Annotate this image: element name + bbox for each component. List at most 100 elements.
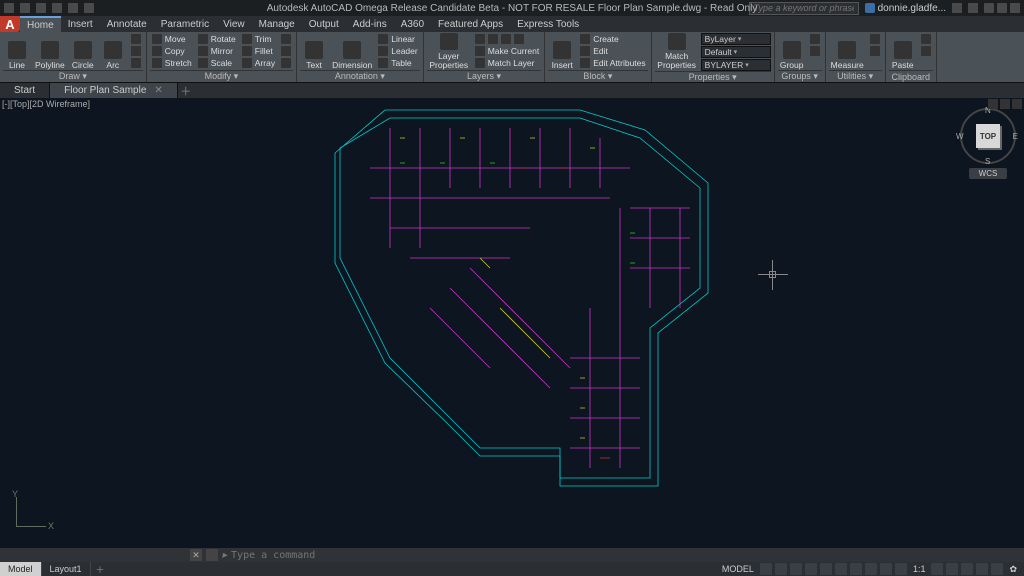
trim-button[interactable]: Trim bbox=[240, 33, 277, 44]
grid-toggle-icon[interactable] bbox=[760, 563, 772, 575]
tab-manage[interactable]: Manage bbox=[252, 16, 302, 32]
linear-button[interactable]: Linear bbox=[376, 33, 419, 44]
viewport-label[interactable]: [-][Top][2D Wireframe] bbox=[2, 99, 90, 109]
command-close-button[interactable]: ✕ bbox=[190, 549, 202, 561]
ltype-combo[interactable]: BYLAYER bbox=[701, 59, 771, 71]
panel-block-title[interactable]: Block ▾ bbox=[548, 70, 647, 82]
modify-misc-3[interactable] bbox=[279, 57, 293, 68]
annotation-scale-icon[interactable] bbox=[895, 563, 907, 575]
move-button[interactable]: Move bbox=[150, 33, 194, 44]
panel-annotation-title[interactable]: Annotation ▾ bbox=[300, 70, 420, 82]
match-properties-button[interactable]: Match Properties bbox=[655, 33, 699, 69]
qat-open-icon[interactable] bbox=[36, 3, 46, 13]
text-button[interactable]: Text bbox=[300, 33, 328, 69]
lineweight-toggle-icon[interactable] bbox=[850, 563, 862, 575]
tab-addins[interactable]: Add-ins bbox=[346, 16, 394, 32]
maximize-button[interactable] bbox=[997, 3, 1007, 13]
ungroup-button[interactable] bbox=[808, 33, 822, 44]
match-layer-button[interactable]: Match Layer bbox=[473, 57, 542, 68]
qat-menu-icon[interactable] bbox=[4, 3, 14, 13]
table-button[interactable]: Table bbox=[376, 57, 419, 68]
isolate-icon[interactable] bbox=[976, 563, 988, 575]
group-edit-button[interactable] bbox=[808, 45, 822, 56]
tab-featured-apps[interactable]: Featured Apps bbox=[431, 16, 510, 32]
drawing-canvas[interactable]: TOP N E S W WCS Y X bbox=[0, 98, 1024, 548]
tab-annotate[interactable]: Annotate bbox=[100, 16, 154, 32]
modify-misc-1[interactable] bbox=[279, 33, 293, 44]
panel-layers-title[interactable]: Layers ▾ bbox=[427, 70, 542, 82]
qat-new-icon[interactable] bbox=[20, 3, 30, 13]
edit-attributes-button[interactable]: Edit Attributes bbox=[578, 57, 647, 68]
panel-properties-title[interactable]: Properties ▾ bbox=[655, 71, 771, 83]
wcs-button[interactable]: WCS bbox=[969, 168, 1008, 179]
tab-insert[interactable]: Insert bbox=[61, 16, 100, 32]
viewcube-face[interactable]: TOP bbox=[976, 124, 1000, 148]
color-combo[interactable]: ByLayer bbox=[701, 33, 771, 45]
cut-button[interactable] bbox=[919, 33, 933, 44]
close-button[interactable] bbox=[1010, 3, 1020, 13]
layout-add-button[interactable]: ＋ bbox=[91, 563, 110, 576]
close-tab-icon[interactable]: ✕ bbox=[154, 85, 162, 96]
dimension-button[interactable]: Dimension bbox=[330, 33, 374, 69]
cycling-toggle-icon[interactable] bbox=[880, 563, 892, 575]
panel-modify-title[interactable]: Modify ▾ bbox=[150, 70, 293, 82]
user-account[interactable]: donnie.gladfe... bbox=[865, 3, 946, 14]
customize-icon[interactable]: ✿ bbox=[1006, 564, 1020, 575]
util-misc-2[interactable] bbox=[868, 45, 882, 56]
ortho-toggle-icon[interactable] bbox=[790, 563, 802, 575]
tab-parametric[interactable]: Parametric bbox=[154, 16, 216, 32]
tab-a360[interactable]: A360 bbox=[394, 16, 431, 32]
panel-clipboard-title[interactable]: Clipboard bbox=[889, 70, 933, 82]
polyline-button[interactable]: Polyline bbox=[33, 33, 67, 69]
line-button[interactable]: Line bbox=[3, 33, 31, 69]
panel-groups-title[interactable]: Groups ▾ bbox=[778, 70, 822, 82]
minimize-button[interactable] bbox=[984, 3, 994, 13]
tab-home[interactable]: Home bbox=[20, 16, 61, 32]
qat-redo-icon[interactable] bbox=[84, 3, 94, 13]
paste-button[interactable]: Paste bbox=[889, 33, 917, 69]
draw-misc-3[interactable] bbox=[129, 57, 143, 68]
otrack-toggle-icon[interactable] bbox=[835, 563, 847, 575]
lweight-combo[interactable]: Default bbox=[701, 46, 771, 58]
layout-tab-layout1[interactable]: Layout1 bbox=[42, 562, 91, 576]
workspace-icon[interactable] bbox=[931, 563, 943, 575]
create-block-button[interactable]: Create bbox=[578, 33, 647, 44]
group-button[interactable]: Group bbox=[778, 33, 806, 69]
vp-close-icon[interactable] bbox=[1012, 99, 1022, 109]
copy-button[interactable]: Copy bbox=[150, 45, 194, 56]
tab-view[interactable]: View bbox=[216, 16, 252, 32]
status-scale[interactable]: 1:1 bbox=[910, 564, 929, 574]
qat-save-icon[interactable] bbox=[52, 3, 62, 13]
util-misc-1[interactable] bbox=[868, 33, 882, 44]
leader-button[interactable]: Leader bbox=[376, 45, 419, 56]
exchange-icon[interactable] bbox=[952, 3, 962, 13]
help-search-input[interactable] bbox=[749, 2, 859, 15]
file-tab-active[interactable]: Floor Plan Sample✕ bbox=[50, 83, 178, 98]
app-logo[interactable]: A bbox=[0, 16, 20, 32]
command-input[interactable] bbox=[231, 550, 1024, 561]
snap-toggle-icon[interactable] bbox=[775, 563, 787, 575]
arc-button[interactable]: Arc bbox=[99, 33, 127, 69]
modify-misc-2[interactable] bbox=[279, 45, 293, 56]
stretch-button[interactable]: Stretch bbox=[150, 57, 194, 68]
circle-button[interactable]: Circle bbox=[69, 33, 97, 69]
array-button[interactable]: Array bbox=[240, 57, 277, 68]
tab-output[interactable]: Output bbox=[302, 16, 346, 32]
panel-draw-title[interactable]: Draw ▾ bbox=[3, 70, 143, 82]
copy-clip-button[interactable] bbox=[919, 45, 933, 56]
new-tab-button[interactable]: ＋ bbox=[178, 83, 194, 98]
draw-misc-1[interactable] bbox=[129, 33, 143, 44]
draw-misc-2[interactable] bbox=[129, 45, 143, 56]
polar-toggle-icon[interactable] bbox=[805, 563, 817, 575]
layout-tab-model[interactable]: Model bbox=[0, 562, 42, 576]
transparency-toggle-icon[interactable] bbox=[865, 563, 877, 575]
insert-block-button[interactable]: Insert bbox=[548, 33, 576, 69]
vp-maximize-icon[interactable] bbox=[1000, 99, 1010, 109]
file-tab-start[interactable]: Start bbox=[0, 83, 50, 98]
qat-undo-icon[interactable] bbox=[68, 3, 78, 13]
mirror-button[interactable]: Mirror bbox=[196, 45, 238, 56]
osnap-toggle-icon[interactable] bbox=[820, 563, 832, 575]
panel-utilities-title[interactable]: Utilities ▾ bbox=[829, 70, 882, 82]
make-current-button[interactable]: Make Current bbox=[473, 45, 542, 56]
annotation-monitor-icon[interactable] bbox=[946, 563, 958, 575]
